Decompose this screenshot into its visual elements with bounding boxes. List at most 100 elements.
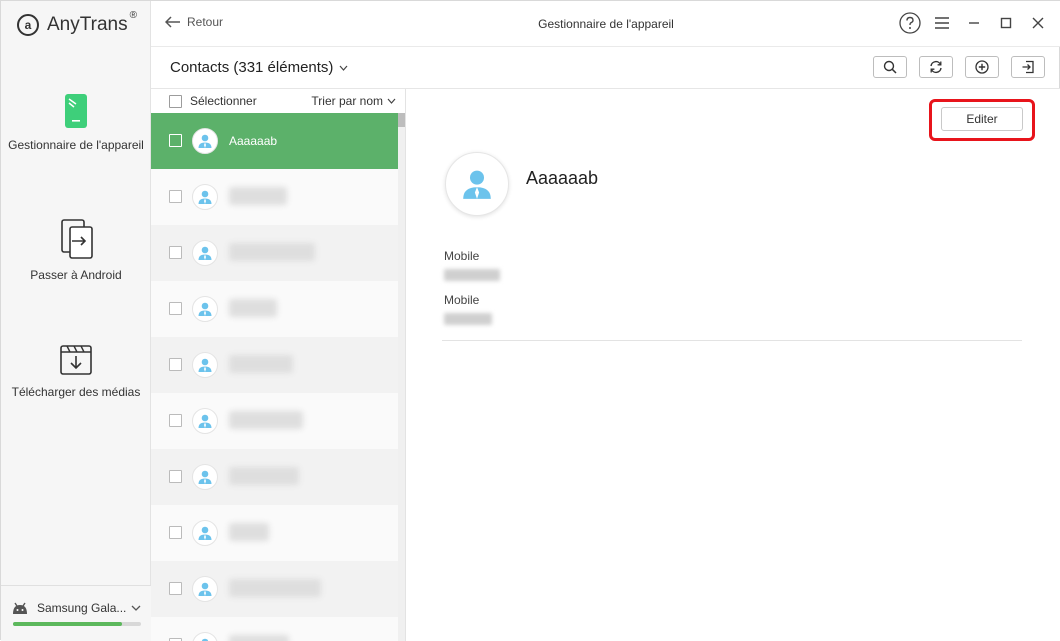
field-label-mobile: Mobile [444, 249, 480, 263]
add-button[interactable] [965, 56, 999, 78]
maximize-icon [1000, 17, 1012, 29]
transfer-icon [61, 219, 93, 259]
contact-avatar [445, 152, 509, 216]
blurred-contact-name [229, 187, 287, 205]
export-button[interactable] [1011, 56, 1045, 78]
anytrans-logo-icon: a [17, 14, 39, 36]
row-checkbox[interactable] [169, 582, 182, 595]
app-window: a AnyTrans ® Gestionnaire de l'appareil P… [0, 0, 1060, 641]
brand-name: AnyTrans ® [47, 10, 137, 35]
blurred-contact-name [229, 467, 299, 485]
category-dropdown[interactable]: Contacts (331 éléments) [170, 59, 348, 76]
storage-bar-fill [13, 622, 122, 626]
row-checkbox[interactable] [169, 414, 182, 427]
row-checkbox[interactable] [169, 246, 182, 259]
person-icon [198, 246, 212, 260]
refresh-icon [930, 60, 942, 74]
sidebar-item-label: Passer à Android [30, 268, 122, 282]
list-header: Sélectionner Trier par nom [151, 89, 405, 113]
device-name: Samsung Gala... [37, 601, 127, 615]
close-button[interactable] [1027, 12, 1049, 34]
blurred-contact-name [229, 635, 289, 641]
avatar [192, 184, 218, 210]
person-icon [198, 470, 212, 484]
blurred-contact-name [229, 355, 293, 373]
table-row-selected[interactable]: Aaaaaab [151, 113, 399, 169]
contact-detail-pane: Editer Aaaaaab Mobile Mobile [406, 89, 1060, 641]
search-button[interactable] [873, 56, 907, 78]
row-checkbox[interactable] [169, 358, 182, 371]
sort-label: Trier par nom [311, 94, 383, 108]
close-icon [1032, 17, 1044, 29]
sort-dropdown[interactable]: Trier par nom [311, 94, 396, 108]
person-icon [463, 170, 491, 199]
sidebar-item-download-media[interactable]: Télécharger des médias [1, 344, 151, 400]
table-row[interactable] [151, 505, 399, 561]
window-controls [889, 12, 1049, 34]
sidebar-item-label: Télécharger des médias [11, 385, 141, 399]
table-row[interactable] [151, 449, 399, 505]
blurred-contact-name [229, 299, 277, 317]
contact-detail-name: Aaaaaab [526, 168, 599, 188]
contact-list-pane: Sélectionner Trier par nom Aaaaaab [151, 89, 406, 641]
person-icon [198, 190, 212, 204]
table-row[interactable] [151, 281, 399, 337]
person-icon [198, 582, 212, 596]
scrollbar-thumb[interactable] [398, 113, 405, 127]
avatar [192, 464, 218, 490]
sidebar-item-device-manager[interactable]: Gestionnaire de l'appareil [1, 93, 151, 153]
menu-icon [935, 17, 949, 29]
person-icon [201, 638, 209, 641]
chevron-down-icon[interactable] [131, 605, 141, 611]
search-icon [883, 60, 897, 74]
help-icon [899, 12, 921, 34]
android-icon [13, 602, 27, 614]
minimize-button[interactable] [963, 12, 985, 34]
avatar [192, 128, 218, 154]
person-icon [198, 358, 212, 372]
divider [442, 340, 1022, 341]
phone-icon [65, 94, 87, 128]
table-row[interactable] [151, 561, 399, 617]
blurred-contact-name [229, 243, 315, 261]
row-checkbox[interactable] [169, 470, 182, 483]
help-button[interactable] [899, 12, 921, 34]
maximize-button[interactable] [995, 12, 1017, 34]
contact-name: Aaaaaab [229, 134, 278, 148]
table-row[interactable] [151, 617, 399, 641]
menu-button[interactable] [931, 12, 953, 34]
row-checkbox[interactable] [169, 134, 182, 147]
chevron-down-icon [387, 98, 396, 104]
blurred-contact-name [229, 523, 269, 541]
title-bar: Retour Gestionnaire de l'appareil [151, 1, 1060, 47]
table-row[interactable] [151, 169, 399, 225]
avatar [192, 520, 218, 546]
table-row[interactable] [151, 393, 399, 449]
edit-button[interactable]: Editer [941, 107, 1023, 131]
select-all-label: Sélectionner [190, 94, 257, 108]
scrollbar[interactable] [398, 113, 405, 641]
blurred-contact-name [229, 579, 321, 597]
toolbar-buttons [861, 56, 1045, 78]
chevron-down-icon [339, 65, 348, 71]
device-selector[interactable]: Samsung Gala... [1, 585, 151, 641]
checkbox[interactable] [169, 94, 182, 108]
row-checkbox[interactable] [169, 190, 182, 203]
person-icon [198, 414, 212, 428]
table-row[interactable] [151, 225, 399, 281]
person-icon [198, 302, 212, 316]
refresh-button[interactable] [919, 56, 953, 78]
contact-rows: Aaaaaab [151, 113, 399, 641]
row-checkbox[interactable] [169, 302, 182, 315]
avatar [192, 352, 218, 378]
sidebar: a AnyTrans ® Gestionnaire de l'appareil P… [1, 1, 151, 641]
minimize-icon [969, 22, 979, 24]
sidebar-item-switch-android[interactable]: Passer à Android [1, 219, 151, 283]
avatar [192, 408, 218, 434]
row-checkbox[interactable] [169, 526, 182, 539]
add-icon [975, 60, 989, 74]
sidebar-item-label: Gestionnaire de l'appareil [8, 138, 144, 152]
table-row[interactable] [151, 337, 399, 393]
person-icon [198, 134, 212, 148]
select-all-checkbox[interactable]: Sélectionner [169, 94, 257, 108]
